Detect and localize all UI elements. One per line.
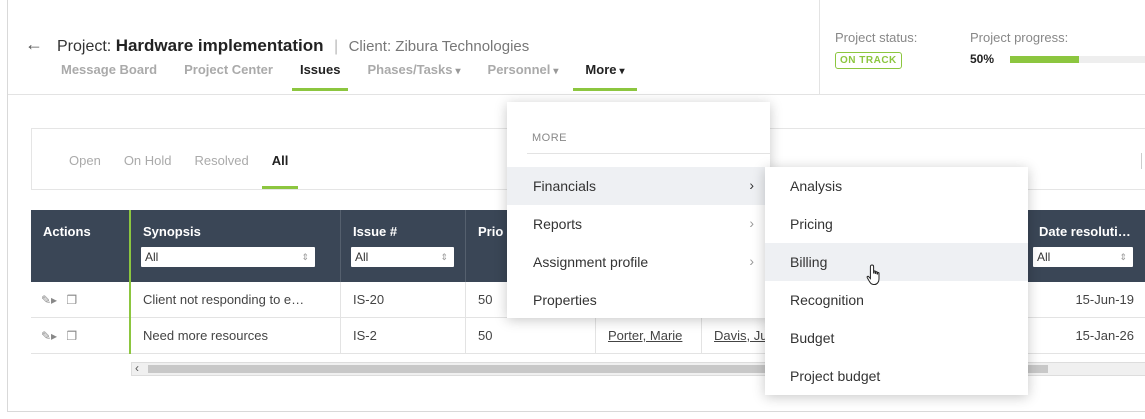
progress-bar-fill bbox=[1010, 56, 1079, 63]
copy-icon[interactable]: ❐ bbox=[66, 329, 77, 343]
scroll-left-icon[interactable]: ‹ bbox=[135, 361, 139, 375]
chevron-right-icon: › bbox=[749, 177, 754, 193]
date-filter-select[interactable]: All ⇕ bbox=[1033, 247, 1133, 267]
menu-item-assignment-profile[interactable]: Assignment profile › bbox=[507, 243, 770, 281]
chevron-down-icon: ▾ bbox=[553, 66, 559, 77]
tab-project-center[interactable]: Project Center bbox=[184, 63, 273, 91]
cell-synopsis[interactable]: Need more resources bbox=[131, 318, 341, 354]
edit-icon[interactable]: ✎▸ bbox=[41, 293, 57, 307]
tab-issues[interactable]: Issues bbox=[291, 63, 350, 91]
column-synopsis[interactable]: Synopsis All ⇕ bbox=[131, 210, 341, 282]
submenu-item-budget[interactable]: Budget bbox=[765, 319, 1028, 357]
select-arrows-icon: ⇕ bbox=[440, 252, 448, 262]
card-divider bbox=[1141, 153, 1142, 169]
project-name: Hardware implementation bbox=[115, 36, 324, 55]
cell-issue-number: IS-20 bbox=[341, 282, 466, 318]
hand-cursor-icon bbox=[866, 264, 880, 285]
back-arrow-icon[interactable]: ← bbox=[25, 34, 43, 55]
filter-tab-resolved[interactable]: Resolved bbox=[195, 153, 249, 189]
tab-phases-tasks[interactable]: Phases/Tasks ▾ bbox=[367, 63, 460, 91]
menu-item-properties[interactable]: Properties bbox=[507, 281, 770, 319]
submenu-item-recognition[interactable]: Recognition bbox=[765, 281, 1028, 319]
more-menu: MORE Financials › Reports › Assignment p… bbox=[507, 102, 770, 318]
issue-filter-tabs: Open On Hold Resolved All bbox=[69, 153, 311, 189]
cell-date: 15-Jun-19 bbox=[1075, 292, 1134, 307]
title-separator: | bbox=[333, 38, 339, 55]
chevron-down-icon: ▾ bbox=[455, 66, 461, 77]
column-issue-number[interactable]: Issue # All ⇕ bbox=[341, 210, 466, 282]
more-menu-header: MORE bbox=[532, 132, 567, 144]
progress-bar bbox=[1010, 56, 1145, 63]
person-link[interactable]: Porter, Marie bbox=[608, 328, 682, 343]
synopsis-filter-select[interactable]: All ⇕ bbox=[141, 247, 315, 267]
client-name: Client: Zibura Technologies bbox=[348, 38, 530, 55]
project-header: ← Project: Hardware implementation | Cli… bbox=[8, 0, 1145, 95]
menu-item-reports[interactable]: Reports › bbox=[507, 205, 770, 243]
cell-person: Porter, Marie bbox=[596, 318, 702, 354]
select-arrows-icon: ⇕ bbox=[1119, 252, 1127, 262]
project-nav-tabs: Message Board Project Center Issues Phas… bbox=[61, 63, 652, 93]
issue-filter-select[interactable]: All ⇕ bbox=[351, 247, 454, 267]
copy-icon[interactable]: ❐ bbox=[66, 293, 77, 307]
menu-divider bbox=[527, 153, 770, 154]
progress-label: Project progress: bbox=[970, 30, 1069, 45]
tab-message-board[interactable]: Message Board bbox=[61, 63, 157, 91]
cell-priority: 50 bbox=[466, 318, 596, 354]
submenu-item-analysis[interactable]: Analysis bbox=[765, 167, 1028, 205]
project-prefix: Project: bbox=[57, 38, 112, 55]
row-actions: ✎▸ ❐ bbox=[31, 318, 131, 354]
cell-date: 15-Jan-26 bbox=[1075, 328, 1134, 343]
row-actions: ✎▸ ❐ bbox=[31, 282, 131, 318]
filter-tab-on-hold[interactable]: On Hold bbox=[124, 153, 172, 189]
progress-value: 50% bbox=[970, 52, 995, 66]
project-status-panel: Project status: ON TRACK Project progres… bbox=[819, 0, 1145, 95]
status-badge: ON TRACK bbox=[835, 52, 902, 69]
chevron-right-icon: › bbox=[749, 253, 754, 269]
chevron-down-icon: ▾ bbox=[619, 66, 625, 77]
column-actions: Actions bbox=[31, 210, 131, 282]
status-label: Project status: bbox=[835, 30, 918, 45]
filter-tab-open[interactable]: Open bbox=[69, 153, 101, 189]
tab-personnel[interactable]: Personnel ▾ bbox=[488, 63, 559, 91]
project-title: Project: Hardware implementation | Clien… bbox=[57, 36, 529, 56]
person-link[interactable]: Davis, Ju bbox=[714, 328, 767, 343]
chevron-right-icon: › bbox=[749, 215, 754, 231]
cell-synopsis[interactable]: Client not responding to e… bbox=[131, 282, 341, 318]
cell-issue-number: IS-2 bbox=[341, 318, 466, 354]
select-arrows-icon: ⇕ bbox=[301, 252, 309, 262]
column-date-resolution[interactable]: Date resoluti… All ⇕ bbox=[1026, 210, 1145, 282]
edit-icon[interactable]: ✎▸ bbox=[41, 329, 57, 343]
tab-more[interactable]: More ▾ bbox=[573, 63, 637, 91]
filter-tab-all[interactable]: All bbox=[261, 153, 298, 189]
submenu-item-project-budget[interactable]: Project budget bbox=[765, 357, 1028, 395]
submenu-item-pricing[interactable]: Pricing bbox=[765, 205, 1028, 243]
submenu-item-billing[interactable]: Billing bbox=[765, 243, 1028, 281]
menu-item-financials[interactable]: Financials › bbox=[507, 167, 770, 205]
financials-submenu: Analysis Pricing Billing Recognition Bud… bbox=[765, 167, 1028, 395]
